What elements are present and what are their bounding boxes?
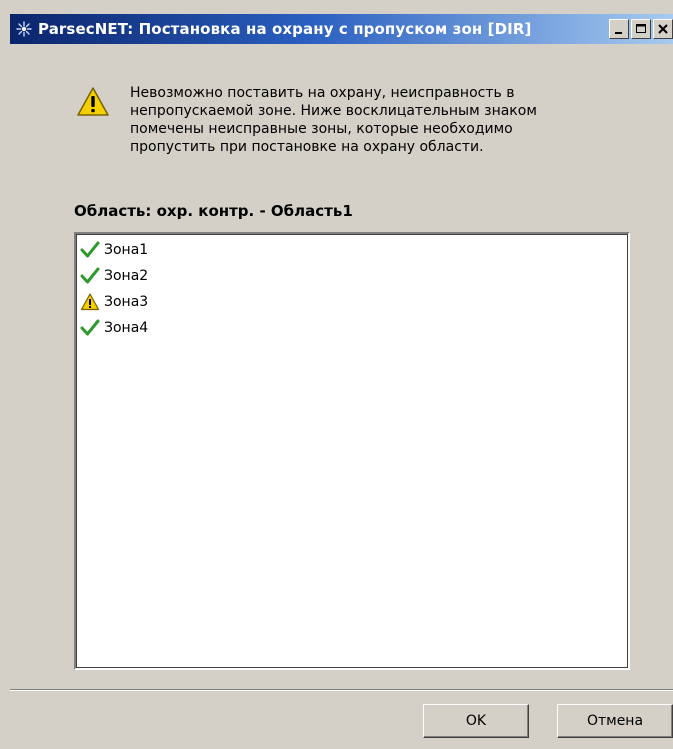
list-item-zone4[interactable]: Зона4 (80, 316, 148, 340)
title-bar[interactable]: ParsecNET: Постановка на охрану с пропус… (10, 14, 673, 44)
list-item-zone1[interactable]: Зона1 (80, 238, 148, 262)
check-icon (80, 267, 100, 284)
minimize-button[interactable] (609, 19, 629, 39)
ok-button[interactable]: OK (423, 704, 529, 738)
separator (10, 689, 673, 691)
check-icon (80, 319, 100, 336)
close-icon (658, 24, 668, 34)
maximize-button[interactable] (631, 19, 651, 39)
app-icon (16, 21, 32, 37)
dialog-window: ParsecNET: Постановка на охрану с пропус… (0, 0, 673, 749)
minimize-icon (615, 32, 622, 34)
maximize-icon (636, 24, 646, 33)
list-item-zone2[interactable]: Зона2 (80, 264, 148, 288)
caption-buttons (607, 19, 673, 39)
close-button[interactable] (653, 19, 673, 39)
zone-label: Зона3 (104, 294, 149, 310)
check-icon (80, 241, 100, 258)
list-item-zone3[interactable]: Зона3 (80, 290, 148, 314)
cancel-button[interactable]: Отмена (557, 704, 673, 738)
area-label: Область: охр. контр. - Область1 (74, 202, 353, 220)
warning-icon (80, 293, 100, 311)
warning-icon (77, 87, 109, 116)
zone-label: Зона4 (104, 320, 149, 336)
zones-list[interactable]: Зона1 Зона2 Зона3 Зона4 (74, 232, 630, 670)
zone-label: Зона1 (104, 242, 149, 258)
zone-label: Зона2 (104, 268, 149, 284)
window-title: ParsecNET: Постановка на охрану с пропус… (38, 20, 532, 38)
dialog-body: Невозможно поставить на охрану, неисправ… (10, 44, 673, 749)
warning-message: Невозможно поставить на охрану, неисправ… (130, 85, 537, 155)
